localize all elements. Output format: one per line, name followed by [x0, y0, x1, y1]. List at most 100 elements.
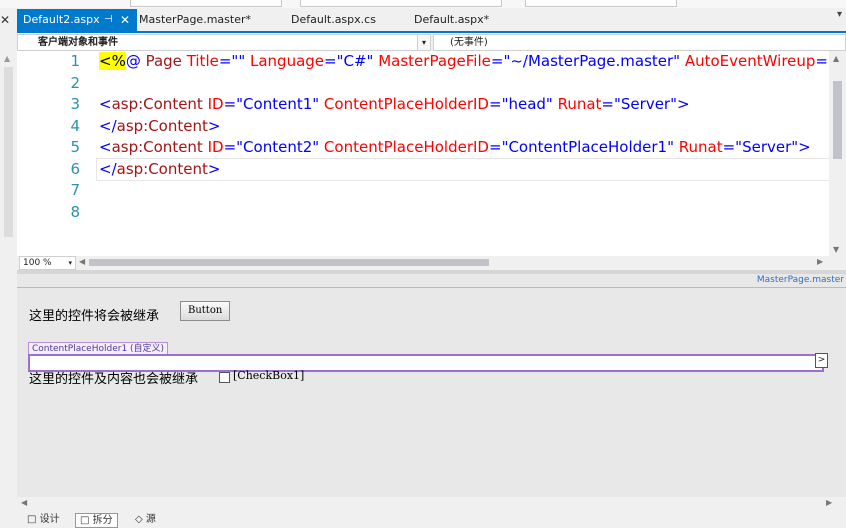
- scroll-thumb[interactable]: [4, 67, 13, 237]
- tab-overflow-icon[interactable]: ▾: [837, 9, 842, 20]
- code-token: Page: [140, 52, 187, 70]
- tab-label: Default2.aspx: [23, 13, 100, 26]
- code-token: <: [99, 95, 112, 113]
- document-tab-bar: Default2.aspx ⊣ ✕ MasterPage.master* Def…: [17, 9, 846, 31]
- code-token: =: [223, 95, 237, 113]
- toolbar-field[interactable]: [130, 0, 282, 7]
- code-line[interactable]: </asp:Content>: [99, 160, 220, 178]
- left-scrollbar[interactable]: ▲: [0, 51, 17, 256]
- code-token: asp:Content: [116, 116, 208, 135]
- code-token: ID: [202, 95, 224, 113]
- pin-icon[interactable]: ⊣: [104, 9, 113, 31]
- code-token: Title: [186, 52, 219, 70]
- code-token: "~/MasterPage.master": [503, 52, 681, 70]
- tab-label: Default.aspx.cs: [291, 13, 376, 26]
- inherited-text-2: 这里的控件及内容也会被继承: [29, 372, 199, 387]
- line-number: 3: [70, 95, 80, 113]
- code-token: "Server": [614, 95, 677, 113]
- design-surface[interactable]: MasterPage.master 这里的控件将会被继承 Button Cont…: [17, 274, 846, 497]
- code-line[interactable]: <asp:Content ID="Content1" ContentPlaceH…: [99, 95, 690, 113]
- code-token: ContentPlaceHolderID: [319, 138, 489, 156]
- code-token: =: [490, 52, 504, 70]
- scroll-left-icon[interactable]: ◀: [21, 498, 27, 507]
- code-token: =: [488, 95, 502, 113]
- horizontal-scroll-thumb[interactable]: [89, 259, 489, 266]
- scroll-right-icon[interactable]: ▶: [817, 257, 823, 266]
- code-token: MasterPageFile: [373, 52, 491, 70]
- chevron-down-icon[interactable]: ▾: [68, 257, 72, 269]
- zoom-value: 100 %: [23, 258, 52, 268]
- code-line[interactable]: <asp:Content ID="Content2" ContentPlaceH…: [99, 138, 811, 156]
- source-editor[interactable]: 1 <%@ Page Title="" Language="C#" MasterP…: [17, 51, 846, 256]
- code-token: asp:Content: [116, 159, 208, 178]
- code-token: =: [218, 52, 232, 70]
- code-token: >: [207, 116, 221, 135]
- events-select[interactable]: (无事件): [433, 34, 846, 51]
- code-line[interactable]: <%@ Page Title="" Language="C#" MasterPa…: [99, 52, 846, 70]
- close-tab-icon[interactable]: ✕: [120, 9, 130, 31]
- scroll-up-icon[interactable]: ▲: [4, 54, 10, 63]
- tab-source[interactable]: ◇ 源: [131, 513, 160, 526]
- select-value: (无事件): [450, 37, 488, 48]
- button-control[interactable]: Button: [180, 301, 231, 321]
- navigation-bar: 客户端对象和事件 ▾ (无事件): [17, 33, 846, 51]
- code-token: asp:Content: [111, 138, 203, 156]
- zoom-select[interactable]: 100 % ▾: [19, 256, 76, 270]
- line-number: 2: [70, 73, 80, 92]
- tab-default-aspx[interactable]: Default.aspx*: [414, 9, 489, 31]
- scroll-left-icon[interactable]: ◀: [79, 257, 85, 266]
- line-number: 7: [70, 181, 80, 199]
- code-token: Language: [245, 52, 325, 70]
- smart-tag-arrow-icon[interactable]: >: [815, 353, 828, 368]
- view-mode-bar: □ 设计 □ 拆分 ◇ 源: [17, 511, 846, 528]
- scroll-down-icon[interactable]: ▼: [833, 245, 839, 254]
- code-token: "Content2": [236, 138, 320, 156]
- code-token: AutoEventWireup: [680, 52, 816, 70]
- checkbox-control[interactable]: [219, 372, 230, 383]
- chevron-down-icon[interactable]: ▾: [417, 35, 430, 50]
- code-token: Runat: [673, 138, 723, 156]
- code-token: <: [99, 138, 112, 156]
- tab-masterpage-master[interactable]: MasterPage.master*: [139, 9, 251, 31]
- scroll-thumb[interactable]: [833, 81, 842, 159]
- code-token: "head": [501, 95, 553, 113]
- line-number: 1: [70, 52, 80, 70]
- scroll-right-icon[interactable]: ▶: [826, 498, 832, 507]
- code-token: =: [223, 138, 237, 156]
- client-objects-select[interactable]: 客户端对象和事件 ▾: [17, 34, 431, 51]
- code-token: </: [99, 116, 117, 135]
- tab-design[interactable]: □ 设计: [23, 513, 64, 526]
- scroll-up-icon[interactable]: ▲: [833, 54, 839, 63]
- master-page-border: [17, 287, 846, 288]
- code-token: "Content1": [236, 95, 320, 113]
- tab-default-aspx-cs[interactable]: Default.aspx.cs: [291, 9, 376, 31]
- checkbox-label: [CheckBox1]: [233, 369, 305, 382]
- line-number: 8: [70, 202, 80, 221]
- code-token: "": [231, 52, 246, 70]
- code-token: =: [324, 52, 337, 70]
- editor-vertical-scrollbar[interactable]: ▲ ▼: [829, 51, 846, 256]
- code-token: >: [207, 159, 221, 178]
- line-number: 4: [70, 116, 80, 135]
- toolbar-field[interactable]: [525, 0, 677, 7]
- code-token: =: [488, 138, 502, 156]
- code-token: >: [798, 138, 811, 156]
- design-horizontal-scrollbar[interactable]: ◀ ▶: [17, 497, 846, 511]
- code-token: </: [99, 159, 117, 178]
- tab-label: MasterPage.master*: [139, 13, 251, 26]
- line-number: 6: [70, 159, 80, 178]
- close-icon[interactable]: ✕: [0, 13, 10, 27]
- toolbar-field[interactable]: [300, 0, 502, 7]
- code-token: =: [601, 95, 614, 113]
- tab-default2-aspx[interactable]: Default2.aspx ⊣ ✕: [17, 9, 137, 31]
- code-token: =: [722, 138, 736, 156]
- code-token: ID: [202, 138, 224, 156]
- code-token: ContentPlaceHolderID: [319, 95, 489, 113]
- zoom-scroll-row: 100 % ▾ ◀ ▶: [17, 256, 846, 270]
- code-token: <%: [99, 52, 126, 70]
- tab-label: Default.aspx*: [414, 13, 490, 26]
- code-line[interactable]: </asp:Content>: [99, 117, 220, 135]
- code-token: "Server": [735, 138, 799, 156]
- code-token: asp:Content: [111, 95, 203, 113]
- code-token: "C#": [336, 52, 374, 70]
